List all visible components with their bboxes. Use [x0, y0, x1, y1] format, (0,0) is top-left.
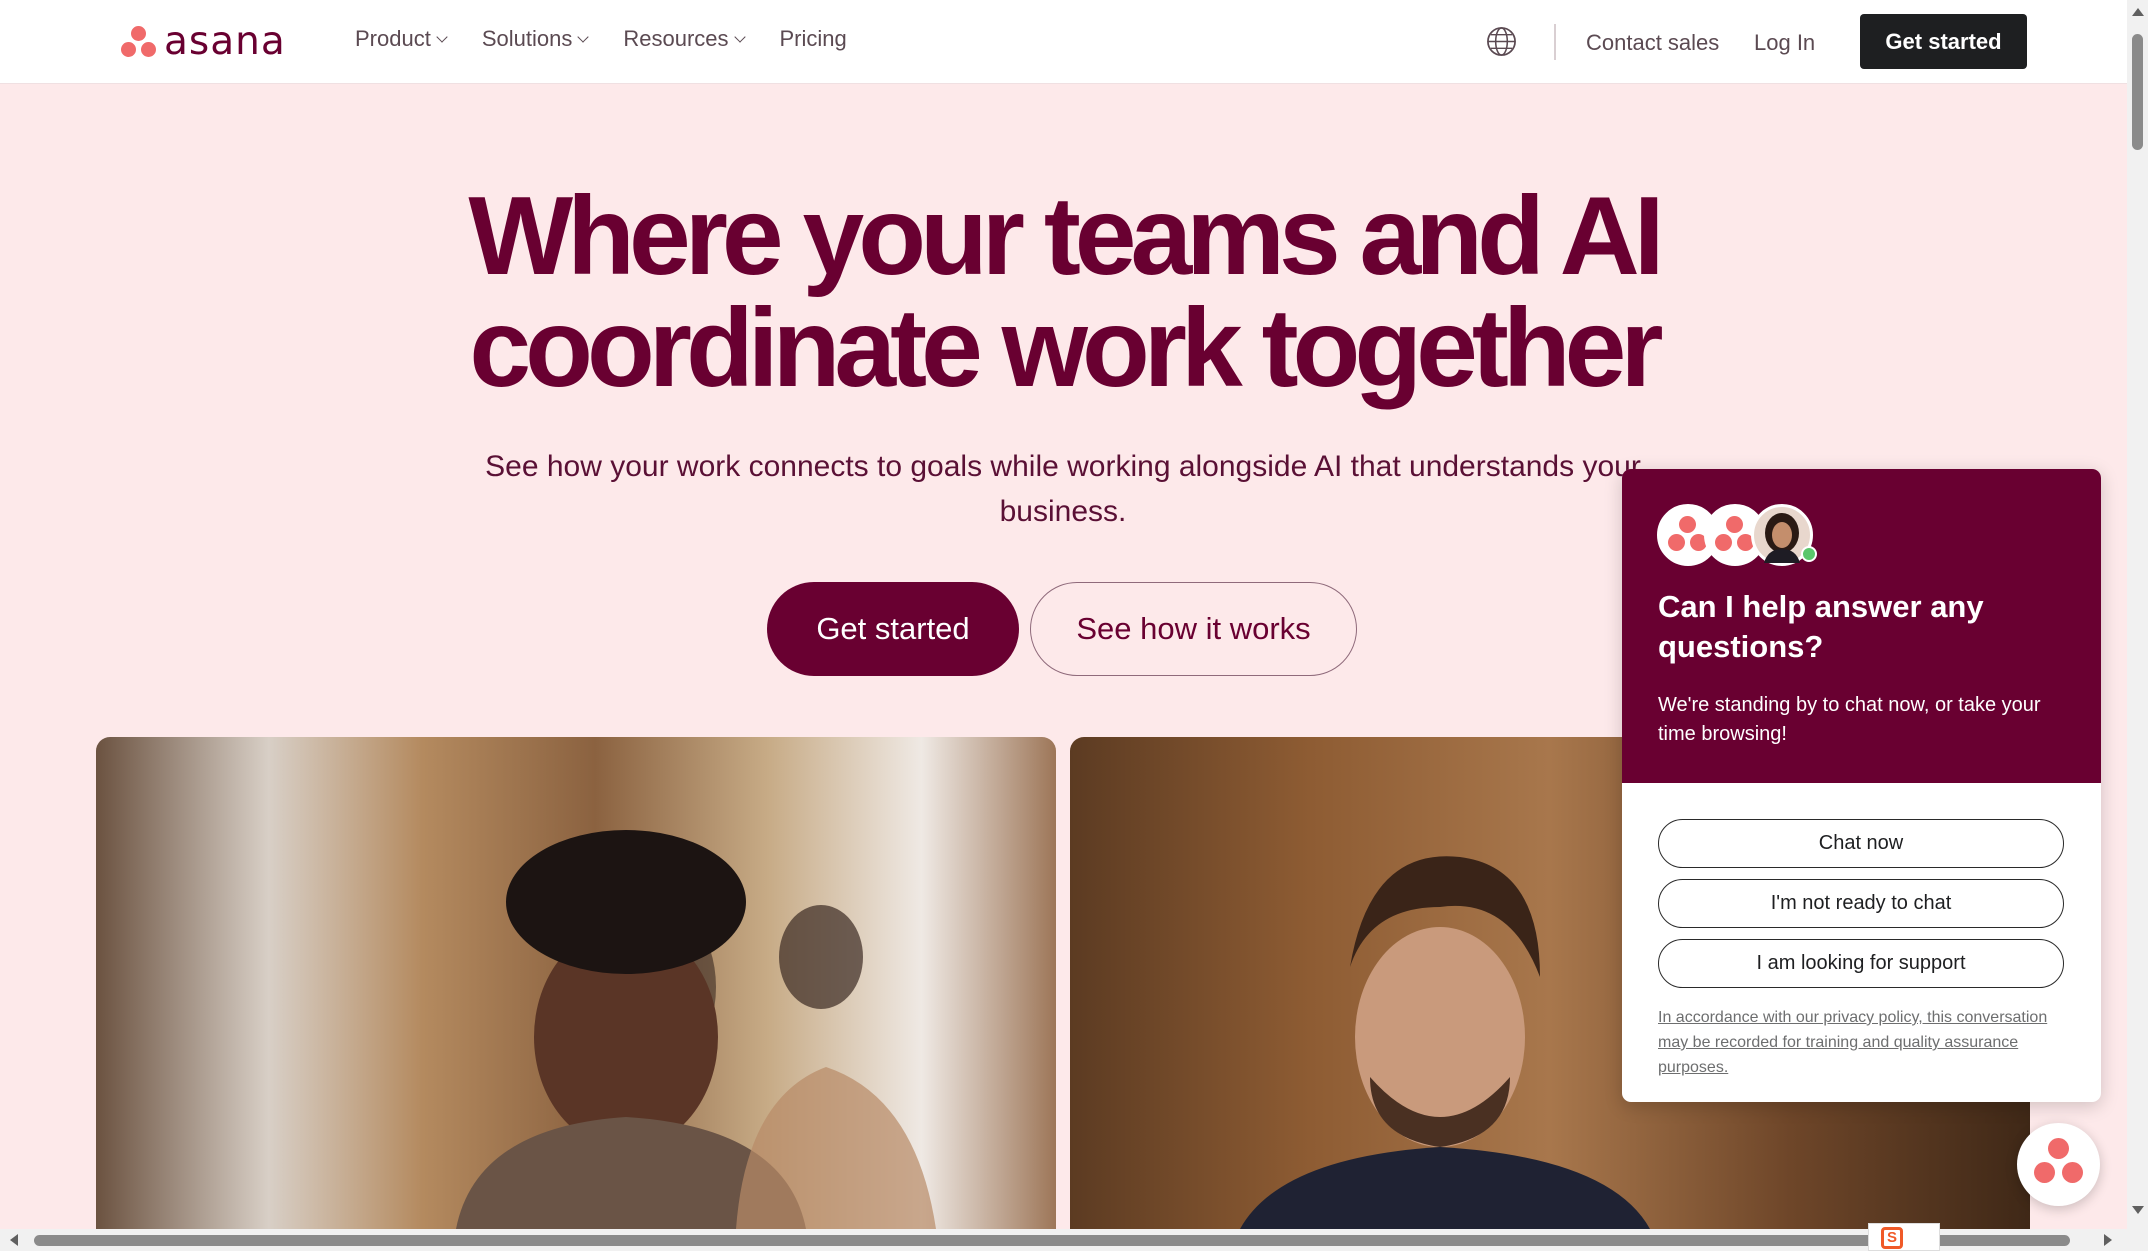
- nav-product[interactable]: Product: [355, 26, 448, 52]
- nav-solutions[interactable]: Solutions: [481, 26, 590, 52]
- nav-resources[interactable]: Resources: [623, 26, 746, 52]
- chat-launcher-button[interactable]: [2017, 1123, 2100, 1206]
- main-menu: Product Solutions Resources Pricing: [355, 26, 883, 52]
- login-link[interactable]: Log In: [1754, 30, 1815, 56]
- asana-logo[interactable]: asana: [120, 22, 286, 62]
- photo-illustration: [456, 830, 936, 1229]
- chat-now-button[interactable]: Chat now: [1658, 819, 2064, 868]
- agent-avatars: [1657, 504, 1837, 566]
- vertical-scrollbar[interactable]: [2127, 0, 2148, 1251]
- asana-logo-icon: [2048, 1138, 2069, 1159]
- chevron-down-icon: [577, 30, 590, 43]
- chat-header: Can I help answer any questions? We're s…: [1622, 469, 2101, 783]
- brand-name: asana: [164, 19, 286, 64]
- scroll-up-arrow-icon[interactable]: [2132, 8, 2144, 16]
- browser-extension-tray: S: [1868, 1223, 1940, 1251]
- chat-description: We're standing by to chat now, or take y…: [1658, 694, 2041, 745]
- vertical-scroll-thumb[interactable]: [2132, 34, 2143, 150]
- hero-title-line-2: coordinate work together: [469, 286, 1663, 410]
- horizontal-scroll-thumb[interactable]: [34, 1235, 2070, 1246]
- chevron-down-icon: [436, 30, 448, 43]
- hero-subtitle: See how your work connects to goals whil…: [485, 450, 1641, 528]
- hero-get-started-button[interactable]: Get started: [767, 582, 1019, 676]
- nav-pricing-label: Pricing: [779, 26, 847, 51]
- nav-pricing[interactable]: Pricing: [780, 26, 847, 52]
- globe-icon[interactable]: [1486, 26, 1517, 57]
- hero-title-line-1: Where your teams and AI: [468, 174, 1664, 298]
- see-how-it-works-button[interactable]: See how it works: [1030, 582, 1357, 676]
- looking-for-support-button[interactable]: I am looking for support: [1658, 939, 2064, 988]
- nav-resources-label: Resources: [623, 26, 729, 51]
- nav-product-label: Product: [355, 26, 431, 51]
- nav-divider: [1554, 24, 1556, 60]
- online-status-indicator: [1801, 546, 1817, 562]
- scroll-left-arrow-icon[interactable]: [10, 1234, 18, 1246]
- scroll-right-arrow-icon[interactable]: [2104, 1234, 2112, 1246]
- chat-widget: Can I help answer any questions? We're s…: [1622, 469, 2101, 1102]
- contact-sales-link[interactable]: Contact sales: [1586, 30, 1719, 56]
- extension-icon[interactable]: S: [1881, 1227, 1903, 1249]
- scroll-down-arrow-icon[interactable]: [2132, 1206, 2144, 1214]
- horizontal-scrollbar[interactable]: [0, 1229, 2127, 1251]
- privacy-policy-link[interactable]: In accordance with our privacy policy, t…: [1658, 1005, 2058, 1080]
- not-ready-button[interactable]: I'm not ready to chat: [1658, 879, 2064, 928]
- nav-get-started-button[interactable]: Get started: [1860, 14, 2027, 69]
- top-nav: asana Product Solutions Resources Pricin…: [0, 0, 2127, 84]
- hero-title: Where your teams and AI coordinate work …: [0, 180, 2127, 404]
- nav-solutions-label: Solutions: [481, 26, 573, 51]
- asana-logo-icon: [120, 25, 158, 59]
- chat-title: Can I help answer any questions?: [1658, 589, 1984, 664]
- chevron-down-icon: [733, 30, 746, 43]
- hero-photo-woman: [96, 737, 1056, 1229]
